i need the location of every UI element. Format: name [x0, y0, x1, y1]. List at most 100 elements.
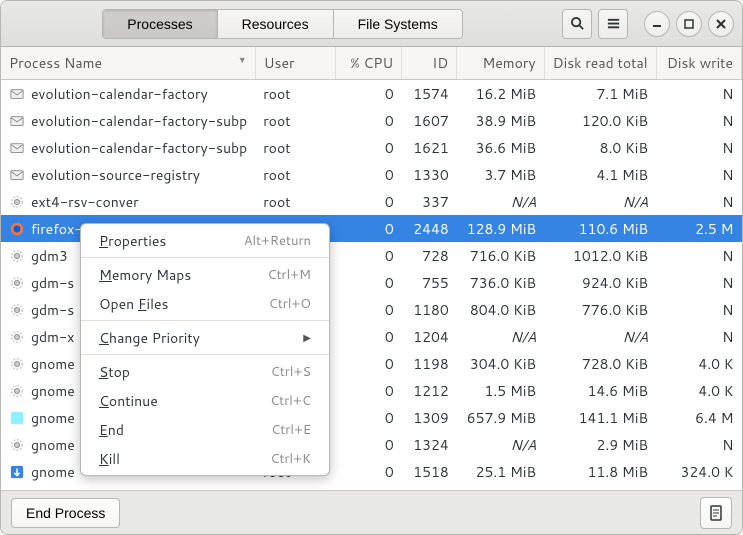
menu-memory-maps[interactable]: Memory Maps Ctrl+M	[81, 260, 329, 289]
menu-continue[interactable]: Continue Ctrl+C	[81, 386, 329, 415]
cell-disk-write: 4.0 K	[656, 377, 741, 404]
process-icon	[9, 464, 25, 480]
process-icon	[9, 437, 25, 453]
menu-change-priority[interactable]: Change Priority ▶	[81, 323, 329, 352]
table-row[interactable]: evolution-calendar-factoryroot0157416.2 …	[1, 80, 742, 108]
cell-memory: 38.9 MiB	[457, 107, 544, 134]
minimize-button[interactable]	[644, 11, 670, 37]
col-user[interactable]: User	[255, 47, 335, 80]
process-name-text: gnome-system-monitor	[31, 489, 188, 491]
table-row[interactable]: ext4-rsv-converroot0337N/AN/AN	[1, 188, 742, 215]
cell-user: root	[255, 107, 335, 134]
cell-memory: 25.1 MiB	[457, 458, 544, 485]
col-disk-write[interactable]: Disk write	[656, 47, 741, 80]
menu-label: Continue	[99, 391, 158, 411]
cell-memory: 657.9 MiB	[457, 404, 544, 431]
cell-disk-read-total: 110.6 MiB	[544, 215, 656, 242]
close-icon	[716, 19, 726, 29]
cell-pid: 1198	[402, 350, 457, 377]
cell-cpu: 0	[336, 242, 402, 269]
process-icon	[9, 410, 25, 426]
cell-disk-read-total: 2.9 MiB	[544, 431, 656, 458]
end-process-button[interactable]: End Process	[11, 498, 120, 528]
cell-cpu: 0	[336, 188, 402, 215]
tab-resources[interactable]: Resources	[218, 10, 334, 38]
cell-cpu: 0	[336, 80, 402, 108]
cell-memory: 14.9 MiB	[457, 485, 544, 490]
col-pid[interactable]: ID	[402, 47, 457, 80]
process-icon	[9, 356, 25, 372]
process-name-text: evolution-source-registry	[31, 165, 200, 185]
table-row[interactable]: evolution-source-registryroot013303.7 Mi…	[1, 161, 742, 188]
table-row[interactable]: evolution-calendar-factory-subproot01621…	[1, 134, 742, 161]
tab-processes[interactable]: Processes	[103, 10, 217, 38]
process-name-text: ext4-rsv-conver	[31, 192, 139, 212]
process-icon	[9, 86, 25, 102]
submenu-arrow-icon: ▶	[303, 331, 311, 345]
menu-label: Memory Maps	[99, 265, 191, 285]
menu-label: Open Files	[99, 294, 168, 314]
cell-cpu: 0	[336, 458, 402, 485]
table-row[interactable]: gnome-system-monitorroot1234914.9 MiB11.…	[1, 485, 742, 490]
cell-process-name: evolution-calendar-factory-subp	[1, 107, 255, 134]
cell-disk-write: N	[656, 80, 741, 108]
search-button[interactable]	[562, 9, 592, 39]
cell-cpu: 0	[336, 134, 402, 161]
headerbar: Processes Resources File Systems	[1, 1, 742, 47]
menu-kill[interactable]: Kill Ctrl+K	[81, 444, 329, 473]
cell-disk-write: N	[656, 134, 741, 161]
tab-filesystems[interactable]: File Systems	[334, 10, 462, 38]
cell-disk-read-total: 7.1 MiB	[544, 80, 656, 108]
cell-pid: 1324	[402, 431, 457, 458]
menu-label: End	[99, 420, 124, 440]
cell-disk-write: N	[656, 107, 741, 134]
cell-disk-write: N	[656, 161, 741, 188]
menu-button[interactable]	[598, 9, 628, 39]
cell-memory: 128.9 MiB	[457, 215, 544, 242]
cell-disk-read-total: 728.0 KiB	[544, 350, 656, 377]
cell-pid: 1621	[402, 134, 457, 161]
menu-accel: Ctrl+O	[269, 295, 311, 313]
col-cpu[interactable]: % CPU	[336, 47, 402, 80]
cell-pid: 1330	[402, 161, 457, 188]
close-button[interactable]	[708, 11, 734, 37]
col-disk-read-total[interactable]: Disk read total	[544, 47, 656, 80]
cell-cpu: 0	[336, 107, 402, 134]
process-name-text: gdm-s	[31, 300, 74, 320]
cell-pid: 1607	[402, 107, 457, 134]
cell-memory: 36.6 MiB	[457, 134, 544, 161]
menu-accel: Alt+Return	[244, 232, 311, 250]
menu-accel: Ctrl+M	[267, 266, 311, 284]
properties-button[interactable]	[700, 497, 732, 529]
cell-process-name: evolution-calendar-factory-subp	[1, 134, 255, 161]
menu-properties[interactable]: Properties Alt+Return	[81, 226, 329, 255]
cell-disk-read-total: 1012.0 KiB	[544, 242, 656, 269]
cell-disk-read-total: 120.0 KiB	[544, 107, 656, 134]
col-memory[interactable]: Memory	[457, 47, 544, 80]
sort-down-icon: ▼	[238, 53, 247, 66]
cell-cpu: 0	[336, 323, 402, 350]
cell-process-name: gnome-system-monitor	[1, 485, 255, 490]
cell-memory: 804.0 KiB	[457, 296, 544, 323]
menu-open-files[interactable]: Open Files Ctrl+O	[81, 289, 329, 318]
process-name-text: gdm3	[31, 246, 68, 266]
menu-accel: Ctrl+C	[270, 392, 311, 410]
col-process-name[interactable]: Process Name ▼	[1, 47, 255, 80]
cell-memory: 1.5 MiB	[457, 377, 544, 404]
menu-end[interactable]: End Ctrl+E	[81, 415, 329, 444]
cell-process-name: evolution-source-registry	[1, 161, 255, 188]
table-row[interactable]: evolution-calendar-factory-subproot01607…	[1, 107, 742, 134]
process-name-text: gdm-x	[31, 327, 74, 347]
cell-pid: 1180	[402, 296, 457, 323]
cell-disk-write: N	[656, 296, 741, 323]
cell-pid: 1212	[402, 377, 457, 404]
process-name-text: gnome	[31, 408, 75, 428]
maximize-button[interactable]	[676, 11, 702, 37]
cell-process-name: evolution-calendar-factory	[1, 80, 255, 108]
cell-memory: 736.0 KiB	[457, 269, 544, 296]
cell-disk-write: 2.5 M	[656, 215, 741, 242]
menu-stop[interactable]: Stop Ctrl+S	[81, 357, 329, 386]
cell-user: root	[255, 188, 335, 215]
cell-pid: 755	[402, 269, 457, 296]
menu-separator	[81, 354, 329, 355]
